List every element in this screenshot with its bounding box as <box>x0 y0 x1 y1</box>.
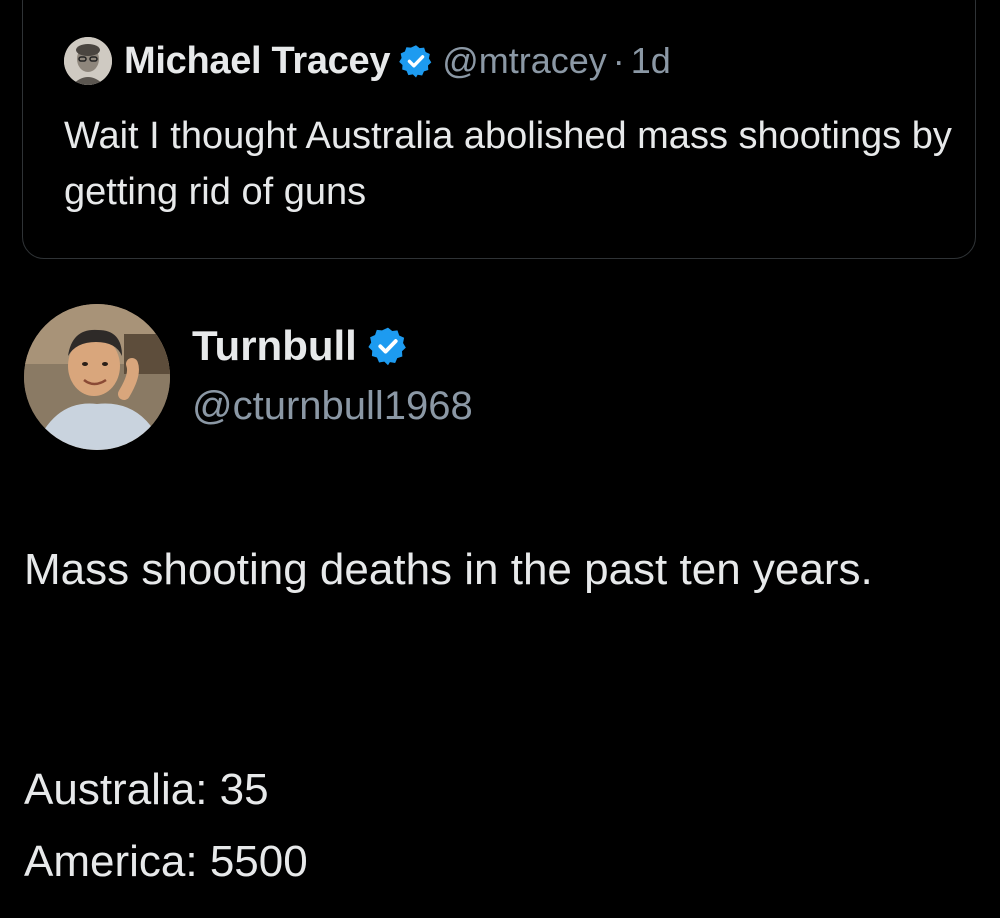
quoted-tweet-text: Wait I thought Australia abolished mass … <box>64 115 952 213</box>
separator-dot: · <box>612 40 625 81</box>
quoted-tweet-header: Michael Tracey @mtracey · 1d <box>64 36 671 86</box>
author-handle[interactable]: @cturnbull1968 <box>192 384 473 429</box>
quoted-tweet-time[interactable]: 1d <box>631 40 671 82</box>
author-avatar[interactable] <box>24 304 170 450</box>
stat-line-australia: Australia: 35 <box>24 765 269 814</box>
tweet-stats: Australia: 35 America: 5500 <box>24 754 308 898</box>
quoted-author-avatar[interactable] <box>64 37 112 85</box>
tweet-body-text: Mass shooting deaths in the past ten yea… <box>24 545 873 594</box>
author-name[interactable]: Turnbull <box>192 322 357 370</box>
stat-line-america: America: 5500 <box>24 837 308 886</box>
quoted-author-handle[interactable]: @mtracey <box>442 40 607 82</box>
verified-badge-icon <box>367 325 409 367</box>
quoted-author-name[interactable]: Michael Tracey <box>124 40 390 83</box>
verified-badge-icon <box>398 43 434 79</box>
author-name-row: Turnbull <box>192 318 409 374</box>
